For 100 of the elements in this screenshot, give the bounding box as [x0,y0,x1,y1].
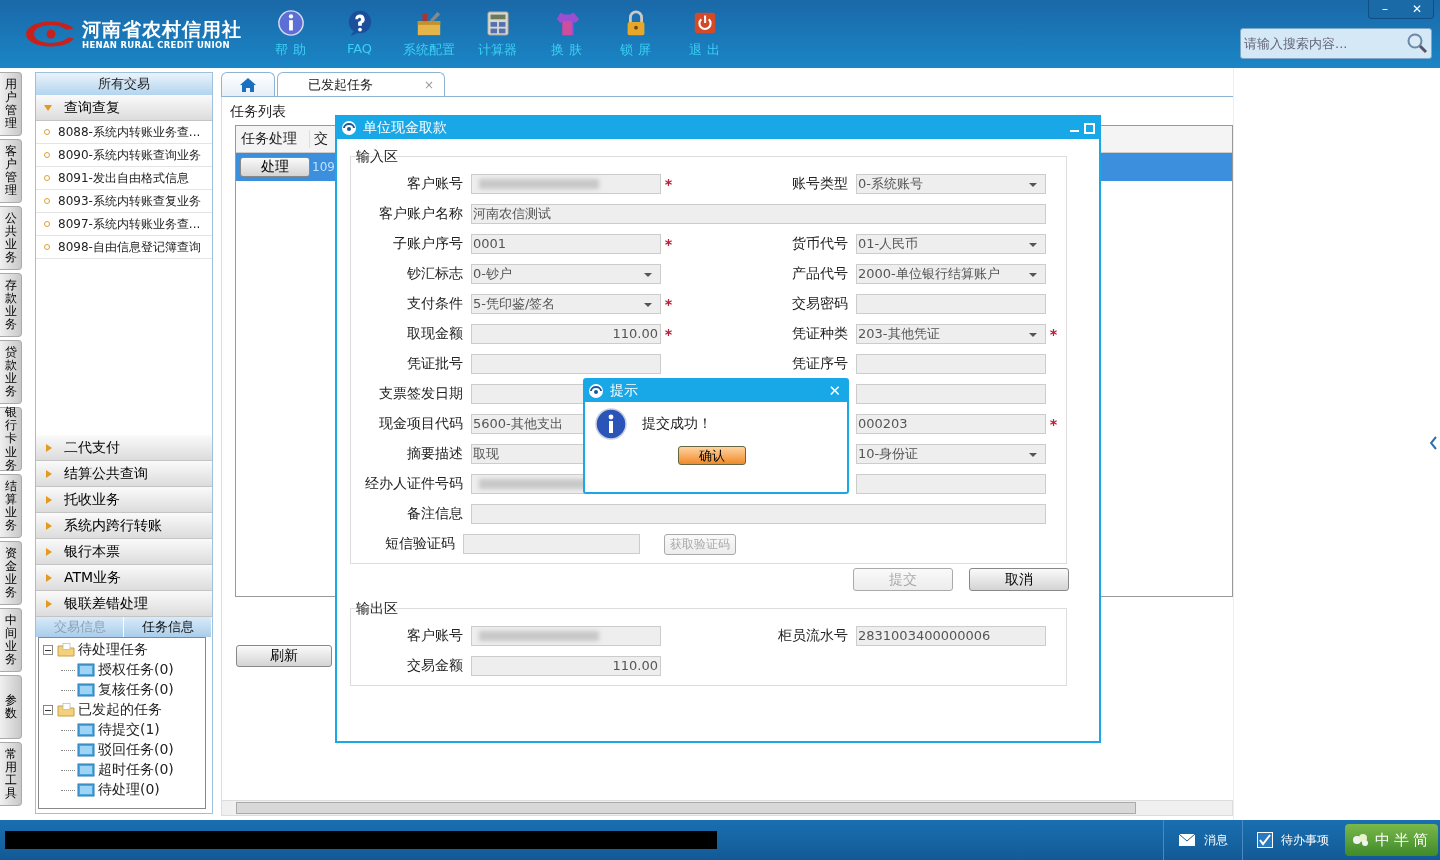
tree-item[interactable]: 授权任务(0) [98,661,174,679]
folder-icon [57,703,75,717]
field-label: 客户账号 [406,175,464,193]
tree-item[interactable]: 已发起的任务 [78,701,162,719]
folder-icon [77,683,95,697]
app-icon [588,383,604,399]
menu-item[interactable]: 8091-发出自由格式信息 [36,167,212,190]
folder-icon [77,663,95,677]
section-title: 输入区 [355,147,399,165]
checkbox[interactable] [1257,832,1273,848]
side-tab[interactable]: 存款业务 [0,273,22,337]
input-field[interactable]: 000203 [856,414,1046,434]
field-label: 经办人证件号码 [364,475,464,493]
tree-item[interactable]: 复核任务(0) [98,681,174,699]
dropdown[interactable]: 01-人民币 [856,234,1046,254]
logo-title: 河南省农村信用社 [82,18,242,40]
dialog-title: 单位现金取款 [363,119,447,137]
folder-icon [77,763,95,777]
field-label: 交易金额 [406,657,464,675]
dropdown[interactable]: 203-其他凭证 [856,324,1046,344]
accordion-header[interactable]: 托收业务 [36,487,212,513]
dropdown[interactable]: 2000-单位银行结算账户 [856,264,1046,284]
side-tab[interactable]: 常用工具 [0,742,22,806]
accordion-header[interactable]: 系统内跨行转账 [36,513,212,539]
accordion-header[interactable]: 结算公共查询 [36,461,212,487]
side-tab[interactable]: 公共业务 [0,206,22,270]
minimize-button[interactable]: – [1369,0,1401,18]
folder-icon [77,743,95,757]
collapse-toggle[interactable] [43,645,53,655]
menu-item[interactable]: 8098-自由信息登记簿查询 [36,236,212,259]
tree-item[interactable]: 待处理任务 [78,641,148,659]
accordion-header[interactable]: ATM业务 [36,565,212,591]
cancel-button[interactable]: 取消 [969,568,1069,591]
side-tab[interactable]: 银行卡业务 [0,407,22,471]
field-label: 备注信息 [406,505,464,523]
collapse-toggle[interactable] [43,705,53,715]
menu-item[interactable]: 8088-系统内转账业务查... [36,121,212,144]
status-label[interactable]: 消息 [1204,831,1228,849]
accordion-header[interactable]: 银行本票 [36,539,212,565]
input-field[interactable] [471,504,1046,524]
search-field[interactable]: 请输入搜索内容... [1240,28,1432,59]
menu-item[interactable]: 8093-系统内转账查复业务 [36,190,212,213]
field-label: 账号类型 [791,175,849,193]
side-tab[interactable]: 客户管理 [0,139,22,203]
envelope-icon [1178,833,1196,847]
menu-item[interactable]: 8090-系统内转账查询业务 [36,144,212,167]
dropdown[interactable]: 5-凭印鉴/签名 [471,294,661,314]
tree-item[interactable]: 驳回任务(0) [98,741,174,759]
horizontal-scrollbar[interactable] [221,800,1233,816]
status-label[interactable]: 待办事项 [1281,831,1329,849]
process-button[interactable]: 处理 [240,157,310,177]
refresh-button[interactable]: 刷新 [236,645,332,667]
side-tab[interactable]: 资金业务 [0,541,22,605]
field-label: 产品代号 [791,265,849,283]
field-label: 取现金额 [406,325,464,343]
accordion-header[interactable]: 二代支付 [36,435,212,461]
input-field[interactable]: 110.00 [471,324,661,344]
side-tab[interactable]: 参数 [0,675,22,739]
confirm-button[interactable]: 确认 [678,446,746,465]
field-label: 交易密码 [791,295,849,313]
accordion-header[interactable]: 银联差错处理 [36,591,212,617]
side-tab[interactable]: 中间业务 [0,608,22,672]
page-tab[interactable]: 已发起任务 × [277,72,445,96]
panel-tab[interactable]: 任务信息 [124,617,212,637]
home-tab[interactable] [221,72,275,96]
field-label: 短信验证码 [384,535,457,553]
field-label: 柜员流水号 [777,627,849,645]
menu-item[interactable]: 8097-系统内转账业务查... [36,213,212,236]
input-field[interactable] [856,354,1046,374]
dropdown[interactable]: 10-身份证 [856,444,1046,464]
input-field[interactable]: 0001 [471,234,661,254]
tree-item[interactable]: 待处理(0) [98,781,160,799]
input-field[interactable] [856,384,1046,404]
section-title: 输出区 [355,599,399,617]
close-button[interactable]: ✕ [1401,0,1433,18]
input-field[interactable] [471,354,661,374]
accordion-header[interactable]: 查询查复 [36,95,212,121]
field-label: 钞汇标志 [406,265,464,283]
input-field[interactable] [856,474,1046,494]
tree-item[interactable]: 待提交(1) [98,721,160,739]
home-icon [239,76,257,93]
input-field[interactable] [463,534,641,554]
app-icon [341,120,357,136]
field-label: 凭证序号 [791,355,849,373]
side-tab[interactable]: 结算业务 [0,474,22,538]
dialog-title: 提示 [610,382,638,400]
side-tab[interactable]: 用户管理 [0,72,22,136]
field-label: 凭证批号 [406,355,464,373]
dropdown[interactable]: 0-钞户 [471,264,661,284]
maximize-button[interactable] [1084,122,1095,134]
input-field[interactable] [471,174,661,194]
input-field[interactable] [856,294,1046,314]
search-icon[interactable] [1406,32,1428,54]
field-label: 支付条件 [406,295,464,313]
flower-icon [1351,832,1371,848]
input-field[interactable]: 河南农信测试 [471,204,1046,224]
dropdown[interactable]: 0-系统账号 [856,174,1046,194]
tree-item[interactable]: 超时任务(0) [98,761,174,779]
field-label: 货币代号 [791,235,849,253]
side-tab[interactable]: 贷款业务 [0,340,22,404]
